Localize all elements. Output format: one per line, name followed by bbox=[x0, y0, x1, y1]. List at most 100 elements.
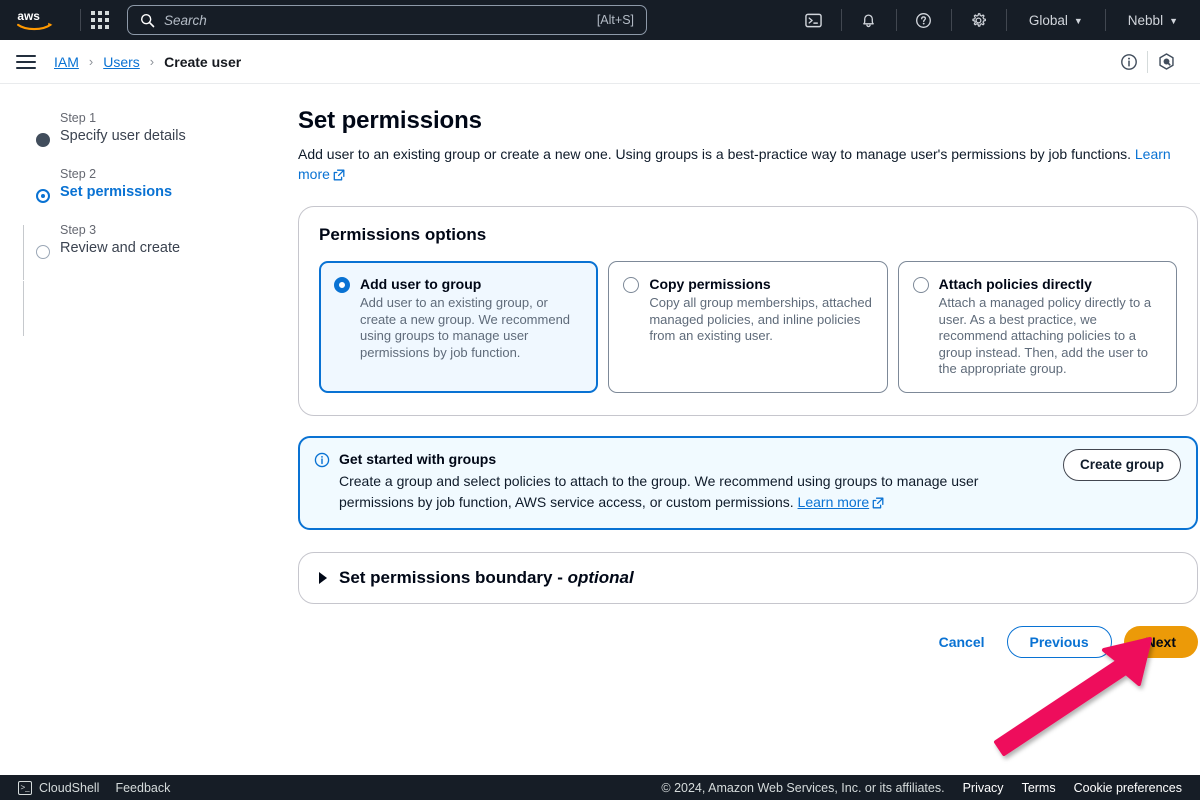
amazon-q-button[interactable] bbox=[1148, 47, 1184, 77]
next-button[interactable]: Next bbox=[1123, 625, 1198, 658]
feedback-label: Feedback bbox=[115, 780, 171, 795]
page-info-button[interactable] bbox=[1111, 47, 1147, 77]
option-description: Attach a managed policy directly to a us… bbox=[938, 295, 1152, 376]
apps-grid-icon[interactable] bbox=[91, 11, 109, 29]
step-marker-done-icon bbox=[36, 133, 50, 147]
option-add-user-to-group[interactable]: Add user to group Add user to an existin… bbox=[319, 261, 599, 393]
cancel-button[interactable]: Cancel bbox=[929, 626, 995, 658]
nav-divider-5 bbox=[1005, 9, 1007, 31]
step-marker-todo-icon bbox=[36, 245, 50, 259]
step-number: Step 3 bbox=[60, 223, 97, 237]
notifications-button[interactable] bbox=[852, 6, 886, 34]
breadcrumb-item-create-user: Create user bbox=[164, 53, 242, 70]
chevron-down-icon: ▼ bbox=[1169, 15, 1178, 26]
info-circle-icon bbox=[1121, 53, 1137, 70]
terms-link[interactable]: Terms bbox=[1022, 781, 1056, 795]
aws-logo[interactable]: aws bbox=[16, 7, 58, 33]
top-navigation-bar: aws Search [Alt+S] Global ▼ Nebbl ▼ bbox=[0, 0, 1200, 40]
help-button[interactable] bbox=[907, 6, 941, 34]
nav-divider-4 bbox=[950, 9, 952, 31]
previous-button[interactable]: Previous bbox=[1006, 625, 1112, 658]
stepper-item-specify-user-details[interactable]: Step 1 Specify user details bbox=[20, 111, 298, 167]
bottom-bar-right-group: © 2024, Amazon Web Services, Inc. or its… bbox=[661, 781, 1190, 795]
cloudshell-button[interactable] bbox=[797, 6, 831, 34]
nav-divider-6 bbox=[1104, 9, 1106, 31]
stepper-connector-2 bbox=[22, 281, 24, 336]
option-title: Add user to group bbox=[360, 276, 482, 292]
breadcrumb-right-group bbox=[1111, 47, 1184, 77]
alert-title: Get started with groups bbox=[339, 450, 497, 467]
expandable-title-text: Set permissions boundary - bbox=[339, 567, 568, 587]
step-number: Step 2 bbox=[60, 167, 97, 181]
radio-add-user-to-group[interactable] bbox=[334, 277, 350, 293]
option-description: Add user to an existing group, or create… bbox=[360, 295, 571, 360]
breadcrumb-bar: IAM › Users › Create user bbox=[0, 40, 1200, 84]
alert-text-block: Create a group and select policies to at… bbox=[339, 471, 1030, 513]
create-group-button[interactable]: Create group bbox=[1062, 448, 1181, 481]
step-label: Set permissions bbox=[60, 184, 173, 200]
top-nav-right-group: Global ▼ Nebbl ▼ bbox=[797, 6, 1190, 34]
feedback-button[interactable]: Feedback bbox=[107, 781, 178, 795]
alert-learn-more-label: Learn more bbox=[797, 493, 870, 510]
stepper-item-set-permissions[interactable]: Step 2 Set permissions bbox=[20, 167, 298, 223]
search-shortcut-hint: [Alt+S] bbox=[596, 13, 634, 27]
account-menu[interactable]: Nebbl ▼ bbox=[1116, 13, 1190, 28]
permissions-options-panel: Permissions options Add user to group Ad… bbox=[298, 206, 1198, 416]
expandable-title: Set permissions boundary - optional bbox=[339, 568, 634, 588]
triangle-right-icon bbox=[319, 571, 327, 584]
settings-button[interactable] bbox=[962, 6, 996, 34]
region-selector[interactable]: Global ▼ bbox=[1017, 13, 1095, 28]
option-attach-policies-directly[interactable]: Attach policies directly Attach a manage… bbox=[897, 261, 1177, 393]
expandable-title-optional: optional bbox=[567, 567, 634, 587]
set-permissions-boundary-expandable[interactable]: Set permissions boundary - optional bbox=[298, 551, 1198, 604]
breadcrumb-item-iam[interactable]: IAM bbox=[54, 54, 79, 70]
search-input[interactable]: Search [Alt+S] bbox=[127, 5, 647, 35]
alert-learn-more-link[interactable]: Learn more bbox=[798, 494, 870, 510]
main-content: Set permissions Add user to an existing … bbox=[298, 85, 1200, 775]
hamburger-menu-icon[interactable] bbox=[16, 54, 36, 69]
info-circle-icon bbox=[314, 452, 330, 467]
external-link-icon bbox=[333, 169, 345, 181]
nav-divider-3 bbox=[895, 9, 897, 31]
cloudshell-icon: >_ bbox=[18, 780, 32, 795]
page-title: Set permissions bbox=[298, 107, 482, 134]
option-title: Copy permissions bbox=[649, 276, 771, 292]
chevron-down-icon: ▼ bbox=[1073, 15, 1083, 26]
account-label: Nebbl bbox=[1127, 12, 1164, 28]
cloudshell-launch-button[interactable]: >_ CloudShell bbox=[10, 780, 107, 795]
nav-divider-2 bbox=[840, 9, 842, 31]
step-number: Step 1 bbox=[60, 111, 97, 125]
cloudshell-label: CloudShell bbox=[39, 780, 100, 795]
region-label: Global bbox=[1028, 12, 1068, 28]
copyright-text: © 2024, Amazon Web Services, Inc. or its… bbox=[661, 780, 945, 795]
privacy-link[interactable]: Privacy bbox=[963, 781, 1004, 795]
search-placeholder: Search bbox=[164, 12, 207, 28]
option-copy-permissions[interactable]: Copy permissions Copy all group membersh… bbox=[608, 261, 888, 393]
question-circle-icon bbox=[916, 12, 932, 28]
nav-divider-1 bbox=[80, 9, 81, 31]
page-description: Add user to an existing group or create … bbox=[298, 144, 1198, 184]
amazon-q-icon bbox=[1158, 53, 1174, 70]
breadcrumb: IAM › Users › Create user bbox=[54, 54, 241, 70]
bell-icon bbox=[863, 13, 875, 27]
step-label: Review and create bbox=[60, 240, 181, 256]
breadcrumb-separator: › bbox=[149, 54, 155, 69]
stepper-item-review-and-create[interactable]: Step 3 Review and create bbox=[20, 223, 298, 279]
cookie-preferences-link[interactable]: Cookie preferences bbox=[1074, 781, 1182, 795]
option-description: Copy all group memberships, attached man… bbox=[649, 295, 872, 343]
get-started-with-groups-alert: Get started with groups Create a group a… bbox=[298, 435, 1198, 530]
permissions-options-heading: Permissions options bbox=[319, 225, 487, 244]
radio-attach-policies-directly[interactable] bbox=[912, 277, 929, 293]
step-label: Specify user details bbox=[60, 128, 186, 144]
breadcrumb-item-users[interactable]: Users bbox=[103, 54, 140, 70]
external-link-icon bbox=[872, 497, 884, 508]
gear-icon bbox=[972, 12, 987, 27]
page-description-text: Add user to an existing group or create … bbox=[298, 146, 1131, 162]
step-marker-active-icon bbox=[36, 189, 50, 203]
cloudshell-icon bbox=[805, 13, 823, 27]
wizard-actions: Cancel Previous Next bbox=[298, 625, 1198, 658]
bottom-status-bar: >_ CloudShell Feedback © 2024, Amazon We… bbox=[0, 775, 1200, 800]
radio-copy-permissions[interactable] bbox=[623, 277, 640, 293]
breadcrumb-separator: › bbox=[88, 54, 94, 69]
wizard-stepper: Step 1 Specify user details Step 2 Set p… bbox=[0, 85, 298, 775]
